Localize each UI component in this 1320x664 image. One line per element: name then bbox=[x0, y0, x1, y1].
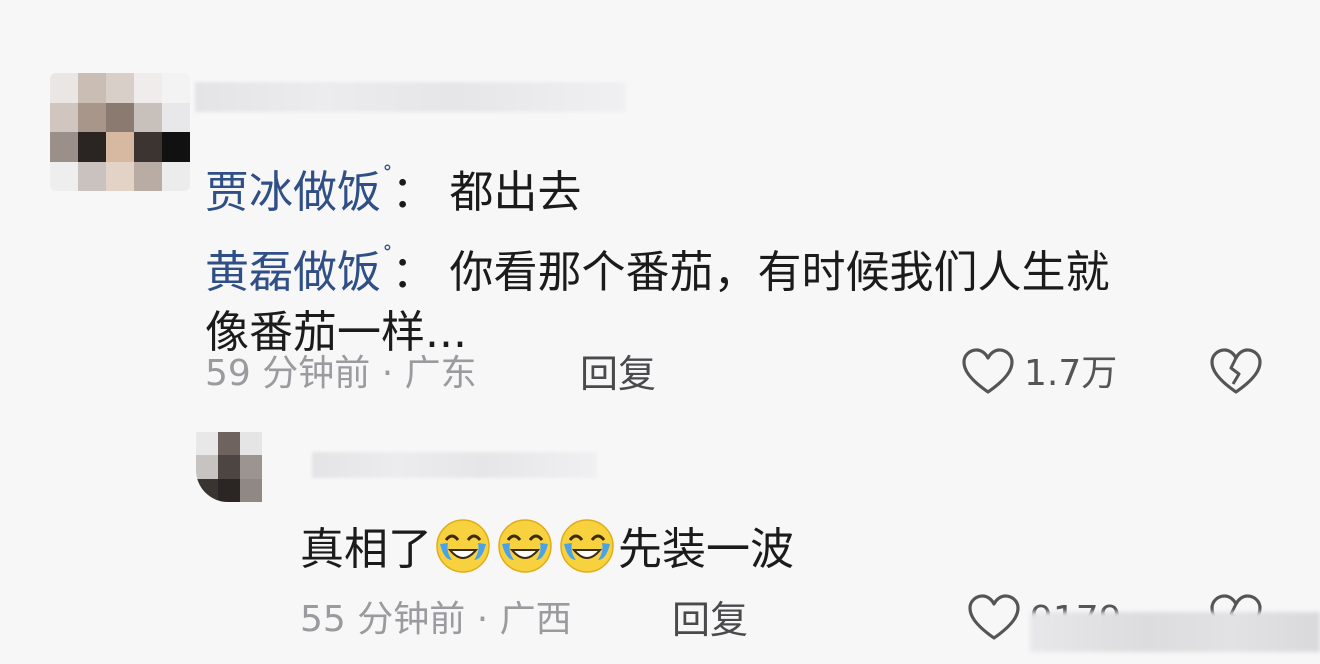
mention-link[interactable]: 黄磊做饭 bbox=[205, 247, 381, 298]
comment-text: 真相了 bbox=[300, 524, 432, 575]
heart-outline-icon[interactable] bbox=[962, 348, 1014, 396]
redaction-overlay bbox=[1030, 612, 1320, 652]
comment-text: ： 你看那个番茄，有时候我们人生就 bbox=[391, 247, 1110, 298]
avatar[interactable] bbox=[50, 73, 190, 191]
comment-text: 先装一波 bbox=[618, 524, 794, 575]
heart-outline-icon[interactable] bbox=[968, 594, 1020, 642]
laughing-crying-emoji-icon bbox=[436, 519, 490, 573]
comment-body: 真相了 先装一波 bbox=[300, 516, 794, 576]
comment-text: ： 都出去 bbox=[391, 167, 582, 218]
laughing-crying-emoji-icon bbox=[498, 519, 552, 573]
like-count: 1.7万 bbox=[1024, 353, 1118, 394]
reply-button[interactable]: 回复 bbox=[672, 598, 748, 642]
mention-link[interactable]: 贾冰做饭 bbox=[205, 167, 381, 218]
search-icon[interactable]: ᐤ bbox=[383, 160, 392, 185]
comment-line: 贾冰做饭ᐤ： 都出去 bbox=[205, 143, 1110, 223]
comment-text: 像番茄一样... bbox=[205, 307, 467, 358]
search-icon[interactable]: ᐤ bbox=[383, 240, 392, 265]
username-redacted[interactable] bbox=[195, 82, 625, 112]
laughing-crying-emoji-icon bbox=[560, 519, 614, 573]
comment-body: 贾冰做饭ᐤ： 都出去 黄磊做饭ᐤ： 你看那个番茄，有时候我们人生就 像番茄一样.… bbox=[205, 143, 1110, 363]
avatar[interactable] bbox=[196, 432, 262, 502]
timestamp-location: 59 分钟前 · 广东 bbox=[205, 353, 477, 394]
reply-button[interactable]: 回复 bbox=[580, 352, 656, 396]
broken-heart-icon[interactable] bbox=[1210, 348, 1262, 396]
timestamp-location: 55 分钟前 · 广西 bbox=[300, 599, 572, 640]
username-redacted[interactable] bbox=[312, 452, 597, 478]
comment-line: 黄磊做饭ᐤ： 你看那个番茄，有时候我们人生就 bbox=[205, 223, 1110, 303]
